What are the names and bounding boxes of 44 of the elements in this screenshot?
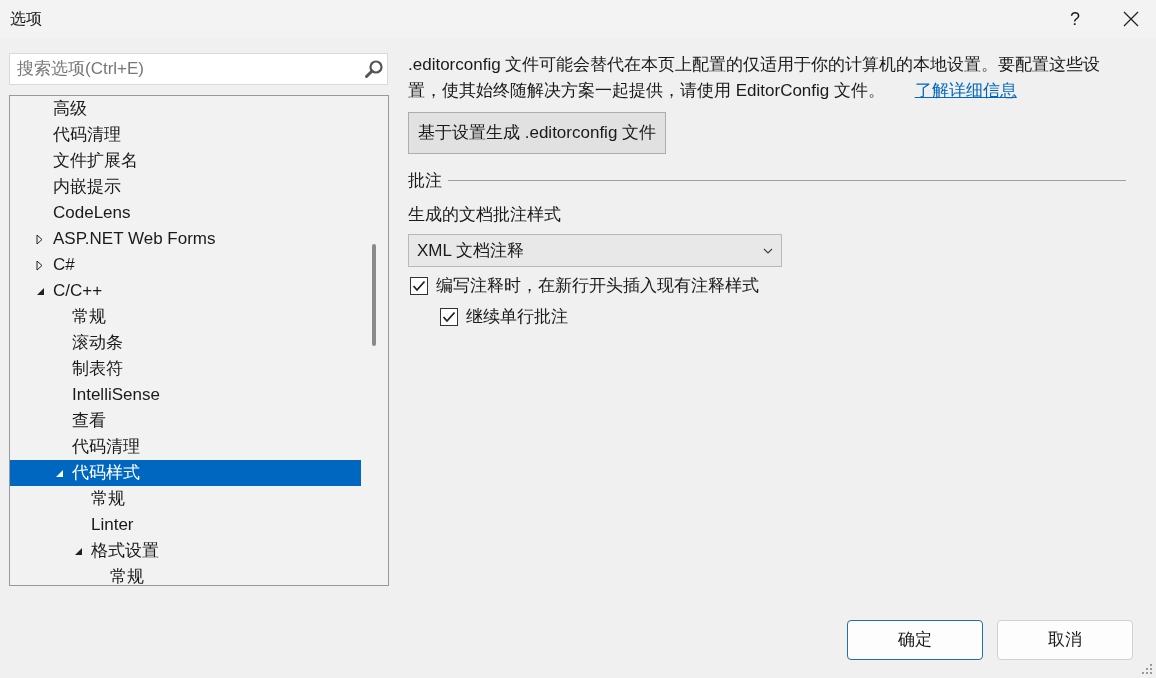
tree-item[interactable]: 滚动条 — [10, 330, 361, 356]
tree-item[interactable]: 代码清理 — [10, 122, 361, 148]
close-icon — [1123, 11, 1139, 27]
tree-item[interactable]: C# — [10, 252, 361, 278]
expanded-arrow-icon — [36, 286, 45, 296]
dropdown-label: 生成的文档批注样式 — [408, 203, 562, 226]
tree-item[interactable]: 常规 — [10, 564, 361, 585]
generate-button[interactable]: 基于设置生成 .editorconfig 文件 — [408, 112, 667, 154]
resize-grip-icon[interactable] — [1142, 664, 1152, 674]
tree-item[interactable]: IntelliSense — [10, 382, 361, 408]
tree-item[interactable]: Linter — [10, 512, 361, 538]
tree-item[interactable]: 代码清理 — [10, 434, 361, 460]
collapsed-arrow-icon — [36, 259, 43, 271]
search-field[interactable]: 搜索选项(Ctrl+E) — [9, 53, 388, 85]
tree-item[interactable]: CodeLens — [10, 200, 361, 226]
tree-item[interactable]: 高级 — [10, 96, 361, 122]
help-button[interactable]: ? — [1052, 0, 1098, 38]
expanded-arrow-icon — [55, 468, 64, 478]
section-title: 批注 — [408, 170, 442, 192]
tree-item[interactable]: ASP.NET Web Forms — [10, 226, 361, 252]
collapsed-arrow-icon — [36, 233, 43, 245]
tree-item[interactable]: C/C++ — [10, 278, 361, 304]
tree-item[interactable]: 文件扩展名 — [10, 148, 361, 174]
dialog-button[interactable]: 取消 — [997, 620, 1133, 660]
style-dropdown[interactable]: XML 文档注释 — [408, 234, 782, 267]
tree-item[interactable]: 格式设置 — [10, 538, 361, 564]
dialog-button[interactable]: 确定 — [847, 620, 983, 660]
tree-item[interactable]: 制表符 — [10, 356, 361, 382]
tree-item[interactable]: 代码样式 — [10, 460, 361, 486]
checkbox[interactable] — [440, 307, 458, 326]
checkbox-label: 编写注释时，在新行开头插入现有注释样式 — [436, 274, 759, 297]
checkbox[interactable] — [410, 276, 428, 295]
info-text: .editorconfig 文件可能会替代在本页上配置的仅适用于你的计算机的本地设置。要配置这些设置，使其始终随解决方案一起提供，请使用 EditorConfig 文件。 了解详细信息 — [408, 54, 1102, 102]
tree-item[interactable]: 常规 — [10, 304, 361, 330]
scrollbar-thumb[interactable] — [372, 244, 376, 346]
learn-more-link[interactable]: 了解详细信息 — [914, 81, 1017, 100]
tree-item[interactable]: 查看 — [10, 408, 361, 434]
checkbox-label: 继续单行批注 — [466, 305, 568, 328]
search-icon — [364, 59, 384, 79]
tree-item[interactable]: 内嵌提示 — [10, 174, 361, 200]
expanded-arrow-icon — [74, 546, 83, 556]
chevron-down-icon — [763, 247, 773, 254]
tree-item[interactable]: 常规 — [10, 486, 361, 512]
window-title: 选项 — [10, 9, 43, 29]
